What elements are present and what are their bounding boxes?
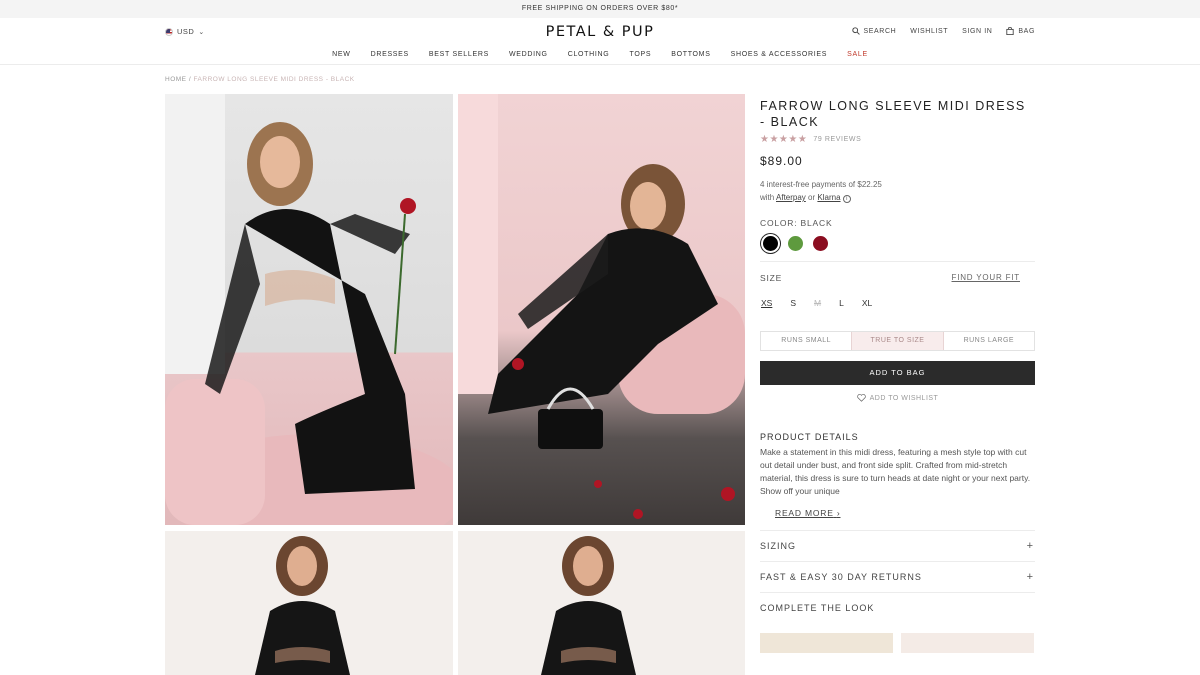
size-xs[interactable]: XS — [761, 298, 772, 308]
complete-look-heading: COMPLETE THE LOOK — [760, 603, 875, 613]
search-icon — [851, 27, 860, 35]
model-photo-front-left — [255, 536, 350, 675]
accordion-returns[interactable]: FAST & EASY 30 DAY RETURNS + — [760, 561, 1035, 592]
nav-item-new[interactable]: NEW — [332, 51, 350, 58]
product-details-heading: PRODUCT DETAILS — [760, 432, 859, 442]
klarna-link[interactable]: Klarna — [817, 193, 840, 202]
breadcrumb-current: FARROW LONG SLEEVE MIDI DRESS - BLACK — [193, 76, 355, 83]
nav-item-dresses[interactable]: DRESSES — [371, 51, 409, 58]
nav-item-sale[interactable]: SALE — [847, 51, 868, 58]
find-your-fit-link[interactable]: FIND YOUR FIT — [952, 273, 1020, 283]
fit-true-to-size: TRUE TO SIZE — [851, 332, 944, 350]
fit-indicator: RUNS SMALL TRUE TO SIZE RUNS LARGE — [760, 331, 1035, 351]
size-options: XS S M L XL — [760, 298, 1035, 308]
bag-label: BAG — [1018, 27, 1035, 35]
look-item-1[interactable] — [760, 633, 893, 653]
nav-item-tops[interactable]: TOPS — [629, 51, 651, 58]
search-label: SEARCH — [863, 27, 897, 35]
star-rating-icon: ★★★★★ — [760, 134, 808, 145]
site-header: USD ⌄ PETAL & PUP SEARCH WISHLIST SIGN I… — [0, 18, 1200, 65]
complete-look-section: COMPLETE THE LOOK — [760, 592, 1035, 623]
size-header: SIZE FIND YOUR FIT — [760, 273, 1035, 283]
color-swatches — [760, 236, 1035, 251]
breadcrumb-home[interactable]: HOME — [165, 76, 187, 83]
accordion-returns-label: FAST & EASY 30 DAY RETURNS — [760, 572, 922, 582]
add-to-wishlist-button[interactable]: ADD TO WISHLIST — [760, 394, 1035, 402]
size-m[interactable]: M — [814, 298, 821, 308]
installment-or: or — [808, 193, 816, 202]
chevron-right-icon: › — [836, 508, 841, 518]
swatch-green[interactable] — [788, 236, 803, 251]
color-label: COLOR: BLACK — [760, 218, 833, 228]
swatch-black[interactable] — [763, 236, 778, 251]
size-s[interactable]: S — [790, 298, 796, 308]
nav-item-wedding[interactable]: WEDDING — [509, 51, 548, 58]
product-info-panel: FARROW LONG SLEEVE MIDI DRESS - BLACK ★★… — [760, 98, 1035, 653]
model-photo-seated — [458, 94, 745, 519]
review-count[interactable]: 79 REVIEWS — [813, 136, 861, 143]
product-image-3[interactable] — [165, 531, 453, 675]
read-more-label: READ MORE — [775, 508, 834, 518]
rating-row[interactable]: ★★★★★ 79 REVIEWS — [760, 134, 1035, 145]
product-image-1[interactable] — [165, 94, 453, 525]
product-image-2[interactable] — [458, 94, 745, 525]
bag-button[interactable]: BAG — [1006, 27, 1035, 35]
fit-runs-small: RUNS SMALL — [781, 337, 832, 344]
size-xl[interactable]: XL — [862, 298, 872, 308]
nav-item-clothing[interactable]: CLOTHING — [568, 51, 610, 58]
fit-runs-large: RUNS LARGE — [963, 337, 1015, 344]
look-item-2[interactable] — [901, 633, 1034, 653]
plus-icon: + — [1026, 571, 1034, 583]
divider — [760, 261, 1035, 262]
installment-line: 4 interest-free payments of $22.25 — [760, 180, 882, 189]
accordion-sizing-label: SIZING — [760, 541, 797, 551]
bag-icon — [1006, 27, 1015, 35]
plus-icon: + — [1026, 540, 1034, 552]
model-photo-standing — [165, 94, 453, 525]
breadcrumb-separator: / — [188, 76, 192, 83]
heart-icon — [856, 394, 866, 402]
size-l[interactable]: L — [839, 298, 844, 308]
nav-item-shoes-accessories[interactable]: SHOES & ACCESSORIES — [731, 51, 828, 58]
nav-item-best-sellers[interactable]: BEST SELLERS — [429, 51, 489, 58]
swatch-wine[interactable] — [813, 236, 828, 251]
add-to-wishlist-label: ADD TO WISHLIST — [869, 394, 939, 402]
nav-item-bottoms[interactable]: BOTTOMS — [671, 51, 710, 58]
add-to-bag-button[interactable]: ADD TO BAG — [760, 361, 1035, 385]
main-nav: NEW DRESSES BEST SELLERS WEDDING CLOTHIN… — [0, 51, 1200, 58]
accordion-sizing[interactable]: SIZING + — [760, 530, 1035, 561]
info-icon[interactable]: i — [842, 195, 851, 203]
utility-nav: SEARCH WISHLIST SIGN IN BAG — [851, 27, 1036, 35]
size-label: SIZE — [760, 273, 783, 283]
complete-look-items — [760, 633, 1035, 653]
product-details-text: Make a statement in this midi dress, fea… — [760, 447, 1031, 496]
model-photo-front-right — [541, 536, 636, 675]
product-title: FARROW LONG SLEEVE MIDI DRESS - BLACK — [760, 99, 1026, 129]
afterpay-link[interactable]: Afterpay — [776, 193, 806, 202]
product-gallery — [165, 94, 745, 675]
product-image-4[interactable] — [458, 531, 745, 675]
promo-banner: FREE SHIPPING ON ORDERS OVER $80* — [0, 0, 1200, 18]
read-more-link[interactable]: READ MORE › — [775, 508, 1035, 518]
search-button[interactable]: SEARCH — [851, 27, 897, 35]
installment-with: with — [760, 193, 775, 202]
breadcrumb: HOME / FARROW LONG SLEEVE MIDI DRESS - B… — [165, 76, 355, 83]
product-price: $89.00 — [760, 154, 803, 168]
installment-info: 4 interest-free payments of $22.25 with … — [760, 178, 1035, 204]
signin-link[interactable]: SIGN IN — [962, 28, 992, 35]
wishlist-link[interactable]: WISHLIST — [910, 28, 948, 35]
